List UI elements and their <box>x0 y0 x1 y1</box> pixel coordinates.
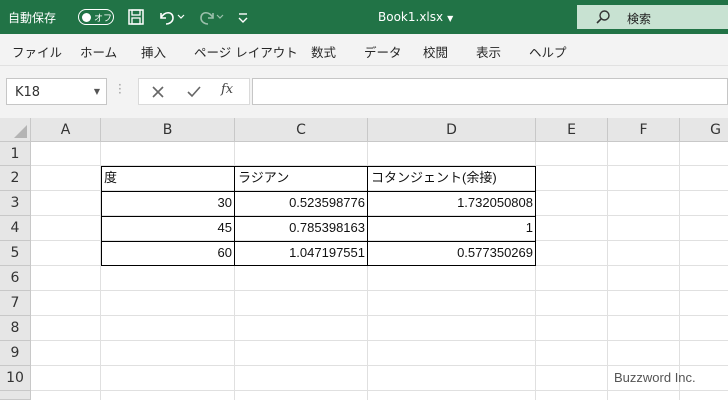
row-header-partial <box>0 391 31 400</box>
toggle-knob <box>82 12 91 22</box>
row-header[interactable]: 2 <box>0 166 31 191</box>
name-box[interactable]: K18 ▼ <box>6 78 107 105</box>
worksheet-grid: A B C D E F G 1 2 3 4 5 6 7 8 9 10 度 ラジア… <box>0 118 728 400</box>
watermark: Buzzword Inc. <box>614 370 696 385</box>
row-header[interactable]: 8 <box>0 316 31 341</box>
formula-tools: fx <box>138 78 250 105</box>
row-header[interactable]: 9 <box>0 341 31 366</box>
search-icon <box>595 9 611 29</box>
row-header[interactable]: 10 <box>0 366 31 391</box>
document-title[interactable]: Book1.xlsx ▼ <box>378 10 453 24</box>
gridline <box>31 365 728 366</box>
undo-icon[interactable] <box>156 7 186 27</box>
column-header[interactable]: G <box>680 118 728 142</box>
tab-insert[interactable]: 挿入 <box>141 42 166 61</box>
enter-check-icon[interactable] <box>185 83 203 101</box>
cell-b2[interactable]: 度 <box>101 166 235 191</box>
tab-file[interactable]: ファイル <box>12 42 62 61</box>
chevron-down-icon[interactable]: ▼ <box>94 87 100 96</box>
gridline <box>31 290 728 291</box>
tab-review[interactable]: 校閲 <box>423 42 448 61</box>
ribbon-tabs: ファイル ホーム 挿入 ページ レイアウト 数式 データ 校閲 表示 ヘルプ <box>0 34 728 66</box>
tab-home[interactable]: ホーム <box>80 42 117 61</box>
row-header[interactable]: 7 <box>0 291 31 316</box>
insert-function-icon[interactable]: fx <box>221 82 239 100</box>
row-header[interactable]: 1 <box>0 142 31 166</box>
tab-view[interactable]: 表示 <box>476 42 501 61</box>
column-header[interactable]: C <box>235 118 368 142</box>
redo-icon[interactable] <box>196 7 226 27</box>
customize-icon[interactable] <box>236 7 256 27</box>
cell-c4[interactable]: 0.785398163 <box>235 216 368 241</box>
column-header[interactable]: F <box>608 118 680 142</box>
gridline <box>31 340 728 341</box>
tab-formulas[interactable]: 数式 <box>311 42 336 61</box>
column-header[interactable]: A <box>31 118 101 142</box>
row-header[interactable]: 6 <box>0 266 31 291</box>
cell-b5[interactable]: 60 <box>101 241 235 266</box>
save-icon[interactable] <box>126 7 146 27</box>
cell-d5[interactable]: 0.577350269 <box>368 241 536 266</box>
title-bar: 自動保存 オフ Book1.xlsx ▼ 検索 <box>0 0 728 34</box>
more-options-icon[interactable]: · · · <box>118 79 122 99</box>
cell-d4[interactable]: 1 <box>368 216 536 241</box>
row-header[interactable]: 3 <box>0 191 31 216</box>
autosave-toggle[interactable]: オフ <box>78 9 114 25</box>
gridline <box>679 142 680 400</box>
select-all-triangle <box>14 125 27 138</box>
tab-help[interactable]: ヘルプ <box>529 42 567 61</box>
row-header[interactable]: 5 <box>0 241 31 266</box>
cell-d2[interactable]: コタンジェント(余接) <box>368 166 536 191</box>
cell-d3[interactable]: 1.732050808 <box>368 191 536 216</box>
cell-c5[interactable]: 1.047197551 <box>235 241 368 266</box>
cell-c3[interactable]: 0.523598776 <box>235 191 368 216</box>
formula-input[interactable] <box>252 78 728 105</box>
gridline <box>607 142 608 400</box>
tab-data[interactable]: データ <box>364 42 402 61</box>
search-placeholder: 検索 <box>627 12 652 26</box>
autosave-label: 自動保存 <box>8 11 57 25</box>
name-box-value: K18 <box>15 85 41 100</box>
column-header[interactable]: B <box>101 118 235 142</box>
gridline <box>31 390 728 391</box>
select-all-button[interactable] <box>0 118 31 142</box>
gridline <box>31 315 728 316</box>
cell-c2[interactable]: ラジアン <box>235 166 368 191</box>
cancel-icon[interactable] <box>149 83 167 101</box>
document-name: Book1.xlsx <box>378 10 444 24</box>
row-header[interactable]: 4 <box>0 216 31 241</box>
column-header[interactable]: E <box>536 118 608 142</box>
tab-page-layout[interactable]: ページ レイアウト <box>194 42 298 61</box>
column-header[interactable]: D <box>368 118 536 142</box>
cell-b4[interactable]: 45 <box>101 216 235 241</box>
autosave-state: オフ <box>94 14 113 24</box>
chevron-down-icon: ▼ <box>447 14 454 23</box>
cell-b3[interactable]: 30 <box>101 191 235 216</box>
search-box[interactable]: 検索 <box>577 5 728 29</box>
formula-bar: K18 ▼ · · · fx <box>0 66 728 118</box>
